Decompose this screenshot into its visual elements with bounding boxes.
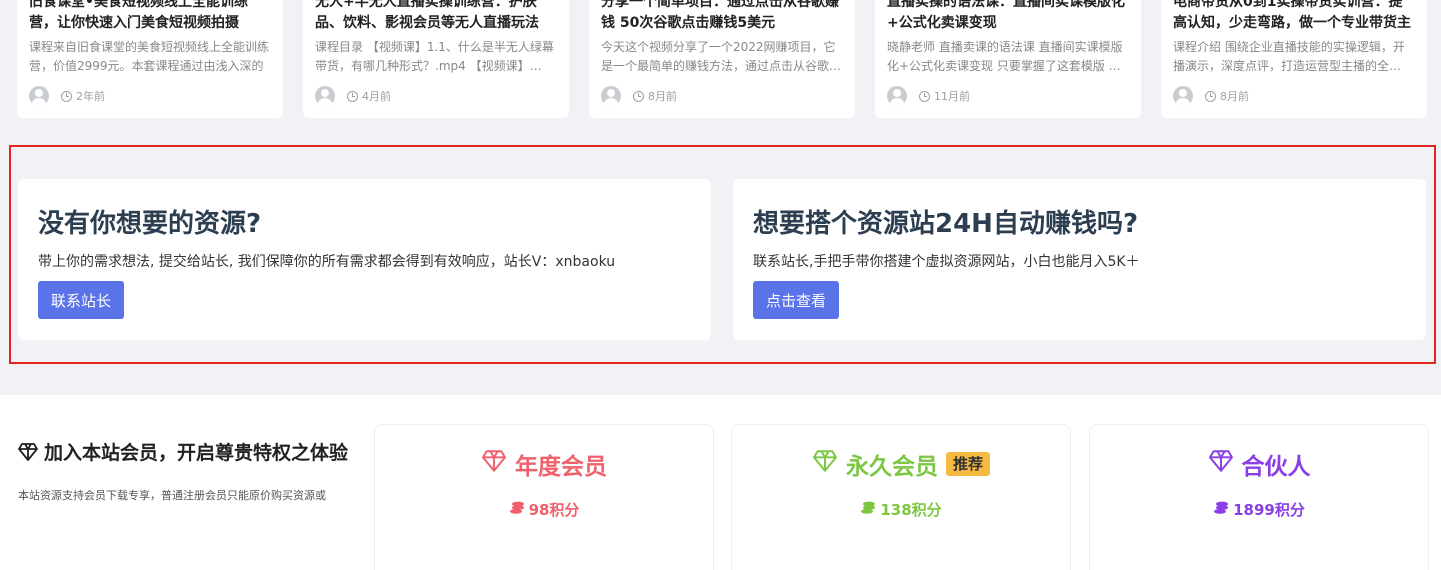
plan-price: 138积分: [732, 499, 1070, 520]
membership-intro: 加入本站会员，开启尊贵特权之体验 本站资源支持会员下载专享，普通注册会员只能原价…: [18, 441, 363, 503]
request-title: 没有你想要的资源?: [38, 209, 262, 239]
course-desc: 晓静老师 直播卖课的语法课 直播间实课模版化+公式化卖课变现 只要掌握了这套模版…: [887, 40, 1123, 73]
course-time: 8月前: [648, 90, 677, 103]
course-meta: 4月前: [315, 86, 391, 106]
diamond-icon: [1208, 450, 1234, 478]
course-time: 2年前: [76, 90, 105, 103]
course-title[interactable]: 无人+半无人直播实操训练营：护肤品、饮料、影视会员等无人直播玩法: [315, 0, 557, 34]
plan-price-text: 98积分: [528, 501, 580, 519]
clock-icon: [347, 90, 358, 102]
coins-icon: [509, 501, 525, 519]
avatar[interactable]: [1173, 86, 1193, 106]
course-desc: 课程介绍 围绕企业直播技能的实操逻辑，开播演示，深度点评，打造运营型主播的全…: [1173, 40, 1405, 73]
request-desc: 带上你的需求想法, 提交给站长, 我们保障你的所有需求都会得到有效响应，站长V：…: [38, 254, 616, 270]
request-card-resource: 没有你想要的资源? 带上你的需求想法, 提交给站长, 我们保障你的所有需求都会得…: [18, 179, 711, 340]
coins-icon: [860, 501, 876, 519]
course-card[interactable]: 分享一个简单项目：通过点击从谷歌赚钱 50次谷歌点击赚钱5美元 今天这个视频分享…: [589, 0, 855, 118]
course-time: 11月前: [934, 90, 970, 103]
avatar[interactable]: [601, 86, 621, 106]
diamond-icon: [812, 450, 838, 478]
avatar[interactable]: [315, 86, 335, 106]
course-time: 4月前: [362, 90, 391, 103]
clock-icon: [1205, 90, 1216, 102]
membership-section: 加入本站会员，开启尊贵特权之体验 本站资源支持会员下载专享，普通注册会员只能原价…: [0, 395, 1441, 570]
course-card[interactable]: 直播实操的语法课：直播间实课模版化+公式化卖课变现 晓静老师 直播卖课的语法课 …: [875, 0, 1141, 118]
course-time: 8月前: [1220, 90, 1249, 103]
clock-icon: [61, 90, 72, 102]
course-desc: 今天这个视频分享了一个2022网赚项目，它是一个最简单的赚钱方法，通过点击从谷歌…: [601, 40, 842, 73]
course-meta: 2年前: [29, 86, 105, 106]
membership-subtext: 本站资源支持会员下载专享，普通注册会员只能原价购买资源或: [18, 489, 326, 502]
course-title[interactable]: 电商带货从0到1实操带货实训营：提高认知，少走弯路，做一个专业带货主播: [1173, 0, 1415, 34]
request-card-site: 想要搭个资源站24H自动赚钱吗? 联系站长,手把手带你搭建个虚拟资源网站，小白也…: [733, 179, 1426, 340]
plan-price: 98积分: [375, 499, 713, 520]
course-meta: 8月前: [1173, 86, 1249, 106]
course-meta: 11月前: [887, 86, 970, 106]
coins-icon: [1213, 501, 1229, 519]
course-card[interactable]: 无人+半无人直播实操训练营：护肤品、饮料、影视会员等无人直播玩法 课程目录 【视…: [303, 0, 569, 118]
course-desc: 课程目录 【视频课】1.1、什么是半无人绿幕带货，有哪几种形式？.mp4 【视频…: [315, 40, 554, 73]
clock-icon: [633, 90, 644, 102]
course-list: 旧食课堂•美食短视频线上全能训练营，让你快速入门美食短视频拍摄 课程来自旧食课堂…: [0, 0, 1441, 130]
avatar[interactable]: [887, 86, 907, 106]
course-desc: 课程来自旧食课堂的美食短视频线上全能训练营，价值2999元。本套课程通过由浅入深…: [29, 40, 270, 73]
contact-admin-button[interactable]: 联系站长: [38, 281, 125, 319]
request-section: 没有你想要的资源? 带上你的需求想法, 提交给站长, 我们保障你的所有需求都会得…: [9, 145, 1436, 364]
plan-price-text: 138积分: [880, 501, 942, 519]
membership-heading-text: 加入本站会员，开启尊贵特权之体验: [44, 442, 349, 464]
plan-name: 合伙人: [1090, 447, 1428, 481]
course-title[interactable]: 直播实操的语法课：直播间实课模版化+公式化卖课变现: [887, 0, 1129, 34]
plan-card-annual[interactable]: 年度会员 98积分: [374, 424, 714, 570]
request-desc: 联系站长,手把手带你搭建个虚拟资源网站，小白也能月入5K＋: [753, 254, 1140, 270]
course-card[interactable]: 旧食课堂•美食短视频线上全能训练营，让你快速入门美食短视频拍摄 课程来自旧食课堂…: [17, 0, 283, 118]
plan-name-text: 永久会员: [845, 454, 938, 480]
membership-heading: 加入本站会员，开启尊贵特权之体验: [18, 441, 363, 467]
plan-card-partner[interactable]: 合伙人 1899积分: [1089, 424, 1429, 570]
plan-price-text: 1899积分: [1233, 501, 1305, 519]
plan-name: 永久会员 推荐: [732, 447, 1070, 481]
request-title: 想要搭个资源站24H自动赚钱吗?: [753, 209, 1139, 239]
diamond-icon: [481, 450, 507, 478]
avatar[interactable]: [29, 86, 49, 106]
view-more-button[interactable]: 点击查看: [753, 281, 840, 319]
recommend-badge: 推荐: [945, 452, 990, 476]
course-title[interactable]: 旧食课堂•美食短视频线上全能训练营，让你快速入门美食短视频拍摄: [29, 0, 271, 34]
course-card[interactable]: 电商带货从0到1实操带货实训营：提高认知，少走弯路，做一个专业带货主播 课程介绍…: [1161, 0, 1427, 118]
plan-name-text: 年度会员: [515, 454, 607, 480]
plan-name-text: 合伙人: [1241, 454, 1311, 480]
plan-name: 年度会员: [375, 447, 713, 481]
plan-price: 1899积分: [1090, 499, 1428, 520]
course-title[interactable]: 分享一个简单项目：通过点击从谷歌赚钱 50次谷歌点击赚钱5美元: [601, 0, 843, 34]
diamond-icon: [18, 443, 38, 467]
plan-card-lifetime[interactable]: 永久会员 推荐 138积分: [731, 424, 1071, 570]
course-meta: 8月前: [601, 86, 677, 106]
clock-icon: [919, 90, 930, 102]
